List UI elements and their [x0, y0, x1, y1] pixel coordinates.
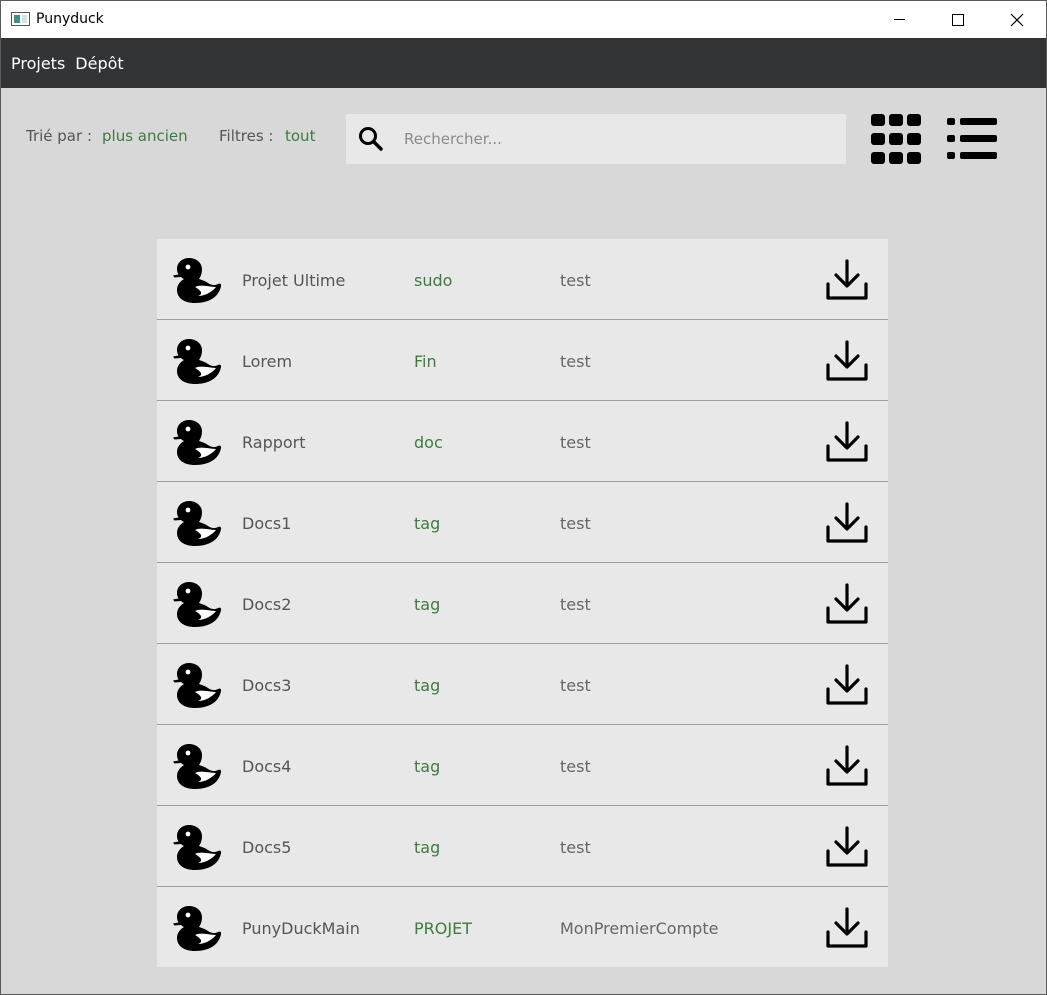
- download-icon[interactable]: [825, 825, 869, 869]
- download-icon[interactable]: [825, 420, 869, 464]
- project-tag: Fin: [414, 352, 437, 371]
- sort-dropdown[interactable]: plus ancien: [102, 127, 188, 145]
- project-row[interactable]: Docs2 tag test: [157, 563, 888, 644]
- project-owner: test: [560, 433, 591, 452]
- search-box: [346, 114, 846, 164]
- duck-icon: [173, 339, 222, 384]
- duck-icon: [173, 501, 222, 546]
- duck-icon: [173, 906, 222, 951]
- download-icon[interactable]: [825, 663, 869, 707]
- title-bar: Punyduck: [1, 1, 1046, 38]
- app-icon: [11, 12, 30, 26]
- project-name: Docs2: [242, 595, 292, 614]
- menu-depot[interactable]: Dépôt: [75, 54, 123, 73]
- project-tag: tag: [414, 514, 441, 533]
- download-icon[interactable]: [825, 582, 869, 626]
- duck-icon: [173, 258, 222, 303]
- project-name: Docs1: [242, 514, 292, 533]
- sort-label: Trié par :: [26, 127, 92, 145]
- download-icon[interactable]: [825, 339, 869, 383]
- minimize-button[interactable]: [870, 1, 928, 38]
- close-button[interactable]: [988, 1, 1046, 38]
- project-name: Lorem: [242, 352, 293, 371]
- menu-projets[interactable]: Projets: [11, 54, 65, 73]
- project-name: Docs3: [242, 676, 292, 695]
- download-icon[interactable]: [825, 258, 869, 302]
- project-row[interactable]: Rapport doc test: [157, 401, 888, 482]
- project-owner: test: [560, 271, 591, 290]
- project-owner: MonPremierCompte: [560, 919, 719, 938]
- project-row[interactable]: PunyDuckMain PROJET MonPremierCompte: [157, 887, 888, 967]
- project-owner: test: [560, 757, 591, 776]
- project-owner: test: [560, 514, 591, 533]
- menu-bar: Projets Dépôt: [1, 38, 1046, 88]
- maximize-icon: [952, 13, 964, 26]
- app-window: Punyduck Projets Dépôt Trié par : plus a…: [0, 0, 1047, 995]
- maximize-button[interactable]: [929, 1, 987, 38]
- project-tag: tag: [414, 676, 441, 695]
- project-name: Projet Ultime: [242, 271, 346, 290]
- search-icon: [359, 127, 383, 151]
- project-row[interactable]: Docs4 tag test: [157, 725, 888, 806]
- grid-view-icon[interactable]: [870, 113, 922, 165]
- project-owner: test: [560, 838, 591, 857]
- search-input[interactable]: [404, 114, 834, 164]
- filter-label: Filtres :: [219, 127, 274, 145]
- duck-icon: [173, 582, 222, 627]
- project-row[interactable]: Docs3 tag test: [157, 644, 888, 725]
- duck-icon: [173, 420, 222, 465]
- list-view-icon[interactable]: [946, 116, 998, 162]
- project-row[interactable]: Lorem Fin test: [157, 320, 888, 401]
- project-list: Projet Ultime sudo test Lorem Fin test R…: [157, 239, 888, 967]
- download-icon[interactable]: [825, 906, 869, 950]
- project-name: Docs5: [242, 838, 292, 857]
- project-row[interactable]: Docs1 tag test: [157, 482, 888, 563]
- window-title: Punyduck: [36, 11, 104, 27]
- project-name: Rapport: [242, 433, 306, 452]
- project-owner: test: [560, 352, 591, 371]
- project-tag: sudo: [414, 271, 453, 290]
- project-tag: PROJET: [414, 919, 472, 938]
- project-row[interactable]: Projet Ultime sudo test: [157, 239, 888, 320]
- project-owner: test: [560, 676, 591, 695]
- close-icon: [1010, 13, 1024, 26]
- duck-icon: [173, 663, 222, 708]
- download-icon[interactable]: [825, 744, 869, 788]
- project-row[interactable]: Docs5 tag test: [157, 806, 888, 887]
- project-tag: tag: [414, 838, 441, 857]
- project-tag: tag: [414, 595, 441, 614]
- project-tag: doc: [414, 433, 443, 452]
- filter-dropdown[interactable]: tout: [285, 127, 315, 145]
- project-name: Docs4: [242, 757, 292, 776]
- project-owner: test: [560, 595, 591, 614]
- download-icon[interactable]: [825, 501, 869, 545]
- project-tag: tag: [414, 757, 441, 776]
- duck-icon: [173, 825, 222, 870]
- project-name: PunyDuckMain: [242, 919, 360, 938]
- minimize-icon: [893, 19, 905, 20]
- duck-icon: [173, 744, 222, 789]
